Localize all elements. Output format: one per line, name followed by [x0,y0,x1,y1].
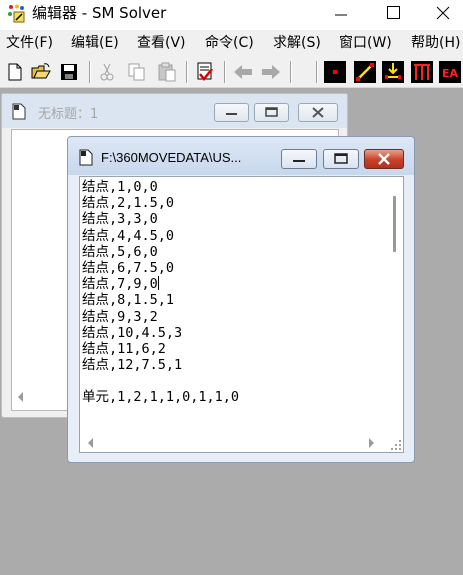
scroll-right-icon[interactable] [366,437,376,449]
ea-label: EA [442,67,459,80]
toolbar-separator [186,61,188,83]
maximize-button[interactable] [370,0,416,30]
text-line: 结点,10,4.5,3 [82,324,183,341]
scrollbar-thumb[interactable] [393,196,396,252]
text-line: 结点,5,6,0 [82,243,158,260]
menu-edit[interactable]: 编辑(E) [71,35,119,51]
window-title: 无标题：1 [38,107,99,122]
cut-icon[interactable] [96,61,118,83]
restore-button[interactable] [254,103,289,122]
restore-button[interactable] [323,149,359,169]
text-line: 结点,12,7.5,1 [82,357,183,374]
text-editor[interactable]: 结点,1,0,0 结点,2,1.5,0 结点,3,3,0 结点,4,4.5,0 … [79,176,404,453]
text-line-with-caret: 结点,7,9,0 [82,276,388,292]
toolbar-separator [316,61,318,83]
new-icon[interactable] [4,61,26,83]
document-window-file[interactable]: F:\360MOVEDATA\US... 结点,1,0,0 结点,2,1.5,0… [67,136,415,463]
copy-icon[interactable] [126,61,148,83]
bar-icon[interactable] [411,61,433,83]
document-icon [12,103,26,120]
document-icon [79,149,93,166]
window-title: F:\360MOVEDATA\US... [101,150,242,165]
text-line: 结点,11,6,2 [82,340,166,357]
text-line: 结点,2,1.5,0 [82,195,175,212]
text-line: 结点,1,0,0 [82,179,158,195]
save-icon[interactable] [58,61,80,83]
element-icon[interactable] [354,61,376,83]
menu-file[interactable]: 文件(F) [6,35,53,51]
menu-command[interactable]: 命令(C) [205,35,254,51]
resize-grip-icon[interactable] [390,439,402,451]
close-button[interactable] [420,0,463,30]
minimize-icon [226,113,237,115]
back-icon[interactable] [232,61,254,83]
open-icon[interactable] [30,61,52,83]
restore-icon [265,107,278,117]
text-line [82,373,388,389]
ea-icon[interactable]: EA [439,61,461,83]
text-line: 单元,1,2,1,1,0,1,1,0 [82,389,240,406]
toolbar-separator [290,61,292,83]
text-line: 结点,7,9,0 [82,276,158,293]
toolbar-separator [224,61,226,83]
toolbar-separator [89,61,91,83]
text-line: 结点,3,3,0 [82,211,158,228]
window-title-bar[interactable]: F:\360MOVEDATA\US... [68,137,414,175]
text-caret [157,276,159,291]
check-icon[interactable] [194,61,216,83]
minimize-button[interactable] [214,103,249,122]
minimize-button[interactable] [281,149,317,169]
scroll-left-icon[interactable] [16,391,26,403]
minimize-button[interactable] [318,0,364,30]
app-title-bar: 编辑器 - SM Solver [0,0,463,30]
menu-help[interactable]: 帮助(H) [411,35,460,51]
app-title: 编辑器 - SM Solver [32,4,167,22]
scroll-left-icon[interactable] [86,437,96,449]
close-button[interactable] [298,103,338,122]
load-icon[interactable] [382,61,404,83]
restore-icon [334,153,348,164]
node-icon[interactable] [324,61,346,83]
close-icon [312,107,324,118]
forward-icon[interactable] [260,61,282,83]
menu-view[interactable]: 查看(V) [137,35,186,51]
horizontal-scrollbar[interactable] [80,434,403,452]
close-icon [378,153,390,165]
paste-icon[interactable] [156,61,178,83]
text-line: 结点,6,7.5,0 [82,259,175,276]
app-icon [8,4,25,23]
text-line: 结点,9,3,2 [82,308,158,325]
text-line: 结点,8,1.5,1 [82,292,175,309]
menu-bar: 文件(F) 编辑(E) 查看(V) 命令(C) 求解(S) 窗口(W) 帮助(H… [0,30,463,56]
text-line: 结点,4,4.5,0 [82,227,175,244]
minimize-icon [293,160,305,162]
toolbar: EA [0,56,463,88]
menu-solve[interactable]: 求解(S) [273,35,321,51]
editor-text-area[interactable]: 结点,1,0,0 结点,2,1.5,0 结点,3,3,0 结点,4,4.5,0 … [81,178,388,434]
window-title-bar[interactable]: 无标题：1 [2,94,347,128]
menu-window[interactable]: 窗口(W) [339,35,392,51]
vertical-scrollbar[interactable] [386,177,403,434]
close-button[interactable] [364,149,404,169]
